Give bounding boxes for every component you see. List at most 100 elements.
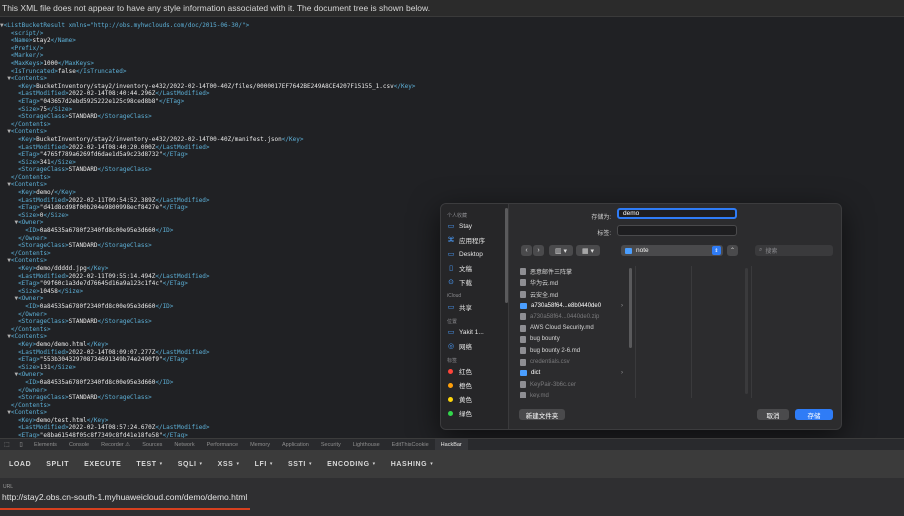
file-list-item[interactable]: key.md bbox=[517, 390, 627, 398]
file-list-item[interactable]: AWS Cloud Security.md bbox=[517, 322, 627, 333]
xml-tag: </Size> bbox=[46, 105, 73, 113]
xml-tag: <ID> bbox=[25, 378, 40, 386]
devtools-tab[interactable]: Elements bbox=[28, 439, 63, 451]
xml-line: <LastModified>2022-02-14T08:40:44.296Z</… bbox=[0, 90, 904, 98]
expand-button[interactable]: ⌃ bbox=[727, 245, 738, 256]
devtools-tab[interactable]: Performance bbox=[201, 439, 245, 451]
xml-tag: </Key> bbox=[86, 416, 109, 424]
file-list-item[interactable]: 华为云.md bbox=[517, 277, 627, 288]
folder-icon bbox=[520, 370, 527, 377]
xml-tag: <StorageClass> bbox=[18, 113, 69, 121]
sidebar-item[interactable]: 黄色 bbox=[447, 393, 507, 405]
hackbar-button-label: TEST bbox=[136, 460, 157, 468]
file-list-item[interactable]: KeyPair-3b6c.cer bbox=[517, 379, 627, 390]
location-select[interactable]: note ⇕ bbox=[621, 245, 723, 256]
xml-tag: <StorageClass> bbox=[18, 394, 69, 402]
hackbar-xss-button[interactable]: XSS ▾ bbox=[213, 461, 245, 468]
sidebar-item[interactable]: ▭ Yakit 1... bbox=[447, 326, 507, 338]
tags-input[interactable] bbox=[617, 225, 737, 236]
sidebar-item[interactable]: ▭ Stay bbox=[447, 220, 507, 232]
file-list-item[interactable]: dict › bbox=[517, 368, 627, 379]
sidebar-item[interactable]: ⌘ 应用程序 bbox=[447, 234, 507, 246]
hackbar-ssti-button[interactable]: SSTI ▾ bbox=[283, 461, 317, 468]
file-list-item[interactable]: a730a58f64...e8b0440de0 › bbox=[517, 300, 627, 311]
inspect-element-icon[interactable]: ⬚ bbox=[0, 441, 14, 448]
file-list-scrollbar[interactable] bbox=[629, 268, 632, 348]
file-list-item[interactable]: a730a58f64...0440de0.zip bbox=[517, 311, 627, 322]
sidebar-scrollbar[interactable] bbox=[505, 208, 508, 303]
column-scrollbar[interactable] bbox=[745, 268, 748, 394]
hackbar-execute-button[interactable]: EXECUTE bbox=[79, 461, 126, 468]
sidebar-item-label: 绿色 bbox=[459, 411, 472, 418]
save-as-input[interactable]: demo bbox=[617, 208, 737, 219]
hackbar-hashing-button[interactable]: HASHING ▾ bbox=[386, 461, 439, 468]
sidebar-item[interactable]: ▯ 文稿 bbox=[447, 262, 507, 274]
xml-tag: </ETag> bbox=[162, 356, 188, 364]
file-list-item[interactable]: bug bounty bbox=[517, 334, 627, 345]
group-button[interactable]: ▦ ▾ bbox=[576, 245, 600, 256]
hackbar-sqli-button[interactable]: SQLI ▾ bbox=[173, 461, 208, 468]
hackbar-button-label: SQLI bbox=[177, 460, 197, 468]
file-list-item[interactable]: credentials.csv bbox=[517, 356, 627, 367]
hackbar-split-button[interactable]: SPLIT bbox=[41, 461, 74, 468]
xml-tag: <StorageClass> bbox=[18, 242, 69, 250]
search-field[interactable]: ⌕ 搜索 bbox=[755, 245, 833, 256]
new-folder-button[interactable]: 新建文件夹 bbox=[519, 409, 565, 420]
caret-down-icon: ▾ bbox=[236, 461, 240, 467]
select-arrows-icon: ⇕ bbox=[712, 246, 721, 255]
url-input[interactable]: http://stay2.obs.cn-south-1.myhuaweiclou… bbox=[2, 492, 247, 502]
xml-line: <StorageClass>STANDARD</StorageClass> bbox=[0, 113, 904, 121]
devtools-tab[interactable]: Sources bbox=[136, 439, 168, 451]
xml-tag: </LastModified> bbox=[155, 90, 210, 98]
devtools-tab[interactable]: Security bbox=[315, 439, 347, 451]
xml-text: 75 bbox=[39, 105, 47, 113]
save-button[interactable]: 存储 bbox=[795, 409, 833, 420]
xml-tag: </ETag> bbox=[158, 97, 185, 105]
xml-text: demo/ddddd.jpg bbox=[36, 265, 87, 272]
xml-text: STANDARD bbox=[68, 318, 98, 326]
xml-line: <Marker/> bbox=[0, 52, 904, 60]
sidebar-item[interactable]: 红色 bbox=[447, 365, 507, 377]
devtools-tab[interactable]: Network bbox=[168, 439, 200, 451]
devtools-tab[interactable]: Memory bbox=[244, 439, 276, 451]
xml-tag: <Size> bbox=[18, 158, 40, 166]
hackbar-lfi-button[interactable]: LFI ▾ bbox=[250, 461, 278, 468]
xml-text: 131 bbox=[39, 363, 51, 371]
file-list-item[interactable]: 恶意邮件三阵掌 bbox=[517, 266, 627, 277]
devtools-tab[interactable]: Lighthouse bbox=[347, 439, 386, 451]
file-name: 华为云.md bbox=[530, 281, 559, 288]
devtools-tab[interactable]: HackBar bbox=[434, 438, 468, 451]
forward-button[interactable]: › bbox=[533, 245, 544, 256]
xml-tag: <Key> bbox=[18, 416, 37, 424]
devtools-tab[interactable]: Recorder ⚠ bbox=[95, 439, 136, 451]
devtools-tab[interactable]: EditThisCookie bbox=[386, 439, 435, 451]
hackbar-encoding-button[interactable]: ENCODING ▾ bbox=[322, 461, 381, 468]
xml-text: 341 bbox=[39, 158, 51, 166]
xml-tag: <ETag> bbox=[18, 97, 40, 105]
hackbar-test-button[interactable]: TEST ▾ bbox=[131, 461, 167, 468]
xml-tag: </MaxKeys> bbox=[57, 59, 94, 67]
back-button[interactable]: ‹ bbox=[521, 245, 532, 256]
xml-tag: <MaxKeys> bbox=[10, 59, 44, 67]
sidebar-item[interactable]: 绿色 bbox=[447, 407, 507, 419]
sidebar-item[interactable]: ⊙ 下载 bbox=[447, 276, 507, 288]
file-list-item[interactable]: bug bounty 2-6.md bbox=[517, 345, 627, 356]
xml-text: "4765f789a6269fd6dae1d5a9c23d8732" bbox=[39, 151, 163, 159]
xml-tag: </Size> bbox=[50, 158, 76, 166]
sidebar-item[interactable]: ▭ Desktop bbox=[447, 248, 507, 260]
sidebar-item[interactable]: ▭ 共享 bbox=[447, 301, 507, 313]
download-icon: ⊙ bbox=[448, 279, 454, 286]
sidebar-item[interactable]: ◎ 网络 bbox=[447, 340, 507, 352]
sidebar-item[interactable]: 橙色 bbox=[447, 379, 507, 391]
device-toolbar-icon[interactable]: ▯ bbox=[14, 441, 28, 448]
shared-folder-icon: ▭ bbox=[447, 304, 455, 311]
devtools-tab[interactable]: Application bbox=[276, 439, 315, 451]
view-mode-button[interactable]: ▥ ▾ bbox=[549, 245, 573, 256]
cancel-button[interactable]: 取消 bbox=[757, 409, 789, 420]
xml-text: demo/demo.html bbox=[36, 340, 87, 348]
file-icon bbox=[520, 290, 526, 298]
xml-text: STANDARD bbox=[68, 394, 98, 402]
devtools-tab[interactable]: Console bbox=[63, 439, 95, 451]
hackbar-load-button[interactable]: LOAD bbox=[4, 461, 36, 468]
file-list-item[interactable]: 云安全.md bbox=[517, 289, 627, 300]
